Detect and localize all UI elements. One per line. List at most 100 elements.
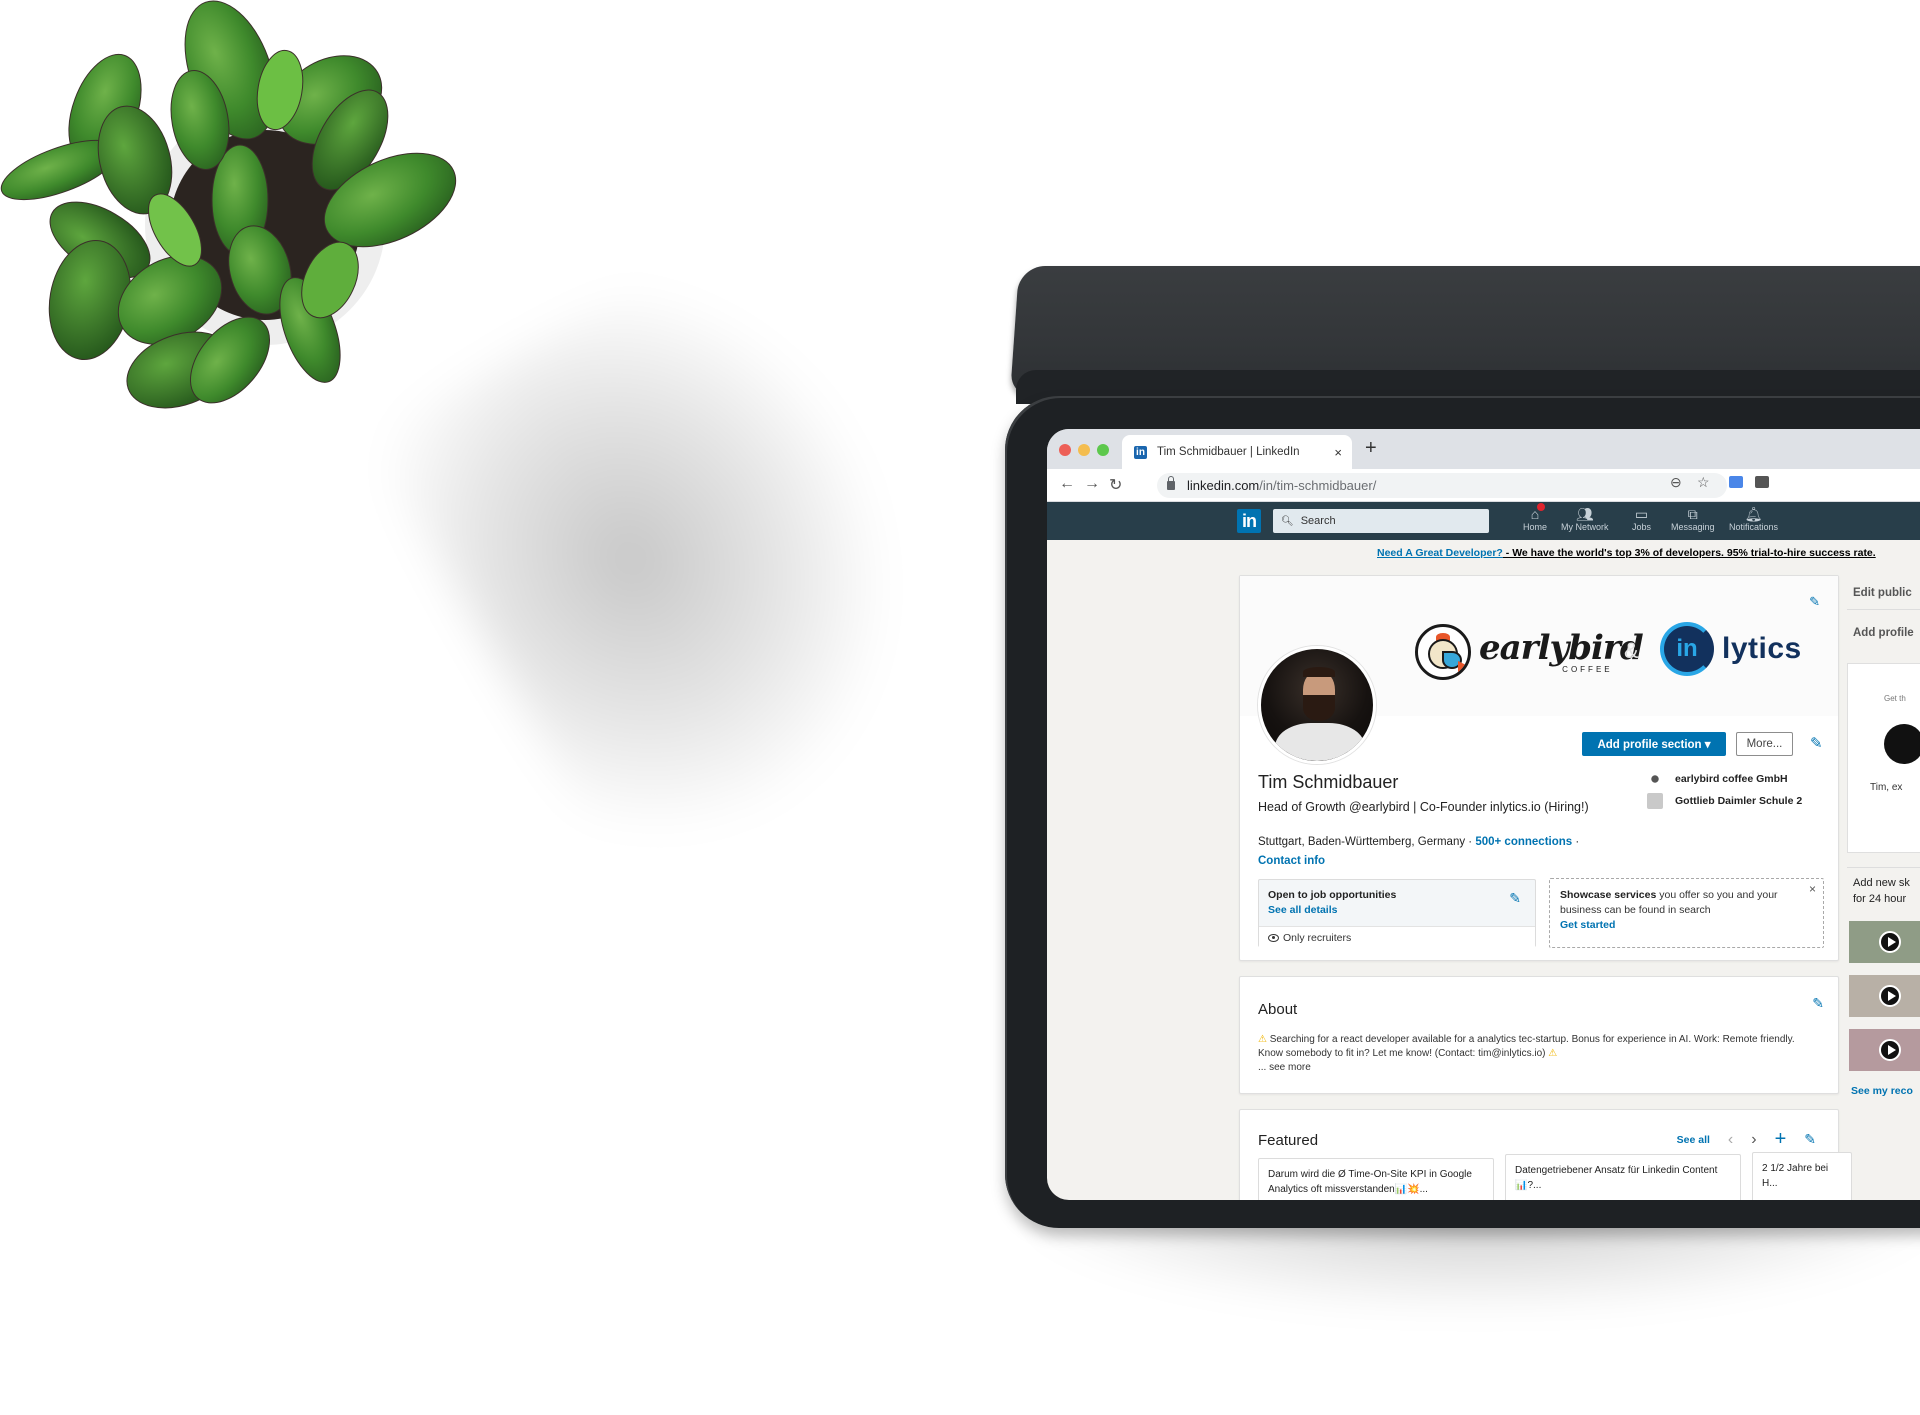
edit-about-pencil-icon[interactable]: ✎: [1812, 995, 1824, 1012]
search-icon: 🔍︎: [1281, 515, 1294, 527]
tab-title: Tim Schmidbauer | LinkedIn: [1157, 446, 1300, 458]
earlybird-logo: earlybird COFFEE: [1415, 624, 1644, 680]
add-featured-icon[interactable]: +: [1775, 1128, 1787, 1151]
promo-avatar: [1884, 724, 1920, 764]
nav-item-notifications[interactable]: 🔔︎ Notifications: [1729, 506, 1778, 532]
nav-item-home[interactable]: ⌂ Home: [1523, 503, 1547, 532]
video-thumbnail[interactable]: [1849, 975, 1920, 1017]
profile-headline: Head of Growth @earlybird | Co-Founder i…: [1258, 800, 1589, 814]
nav-item-messaging[interactable]: ⧉ Messaging: [1671, 506, 1715, 532]
browser-address-bar: ← → ↻ linkedin.com/in/tim-schmidbauer/ ⊖…: [1047, 469, 1920, 502]
close-icon[interactable]: ×: [1809, 882, 1816, 897]
more-button[interactable]: More...: [1736, 732, 1793, 756]
earlybird-subtitle: COFFEE: [1562, 664, 1613, 674]
profile-location: Stuttgart, Baden-Württemberg, Germany: [1258, 836, 1466, 848]
open-to-work-title: Open to job opportunities: [1268, 889, 1397, 901]
briefcase-icon: ▭: [1634, 506, 1649, 522]
bookmark-star-icon[interactable]: ☆: [1697, 474, 1710, 491]
warning-icon: ⚠: [1548, 1048, 1558, 1059]
extension-icon-2[interactable]: [1755, 476, 1769, 488]
nav-item-jobs[interactable]: ▭ Jobs: [1632, 506, 1651, 532]
see-more-link[interactable]: ... see more: [1258, 1062, 1311, 1073]
network-icon: 👥︎: [1575, 506, 1594, 522]
window-minimize-button[interactable]: [1078, 444, 1090, 456]
messaging-icon: ⧉: [1687, 506, 1698, 522]
edit-banner-pencil-icon[interactable]: ✎: [1809, 594, 1820, 610]
video-thumbnail[interactable]: [1849, 1029, 1920, 1071]
tab-close-icon[interactable]: ×: [1334, 445, 1342, 460]
get-started-link[interactable]: Get started: [1560, 919, 1615, 931]
browser-tab-active[interactable]: in Tim Schmidbauer | LinkedIn ×: [1122, 435, 1352, 469]
experience-summary: earlybird coffee GmbH Gottlieb Daimler S…: [1647, 768, 1802, 812]
play-icon: [1879, 985, 1901, 1007]
see-all-details-link[interactable]: See all details: [1268, 904, 1526, 916]
add-profile-language-link[interactable]: Add profile: [1853, 627, 1914, 639]
profile-name: Tim Schmidbauer: [1258, 772, 1399, 792]
inlytics-logo: in lytics: [1660, 622, 1802, 676]
featured-item[interactable]: Datengetriebener Ansatz für Linkedin Con…: [1505, 1154, 1741, 1200]
connections-link[interactable]: 500+ connections: [1475, 836, 1572, 848]
url-input[interactable]: linkedin.com/in/tim-schmidbauer/: [1157, 473, 1727, 498]
back-arrow-icon[interactable]: ←: [1059, 475, 1075, 493]
edit-open-to-work-pencil-icon[interactable]: ✎: [1509, 890, 1521, 907]
featured-title: Featured: [1258, 1132, 1319, 1149]
featured-item[interactable]: Darum wird die Ø Time-On-Site KPI in Goo…: [1258, 1158, 1494, 1200]
avatar[interactable]: [1258, 646, 1376, 764]
right-rail: Edit public Add profile Get th Tim, ex A…: [1847, 575, 1920, 1097]
ampersand: &: [1624, 638, 1639, 663]
about-text: ⚠ Searching for a react developer availa…: [1258, 1034, 1795, 1073]
plant-image: [0, 0, 457, 409]
inlytics-wordmark: lytics: [1722, 632, 1802, 665]
experience-item[interactable]: earlybird coffee GmbH: [1647, 768, 1802, 790]
add-profile-section-button[interactable]: Add profile section ▾: [1582, 732, 1726, 756]
lock-icon: [1167, 476, 1175, 490]
notification-badge: [1537, 503, 1546, 511]
bird-icon: [1415, 624, 1471, 680]
extension-icon[interactable]: [1729, 476, 1743, 488]
visibility-row: Only recruiters: [1259, 926, 1535, 948]
earlybird-company-icon: [1647, 771, 1663, 787]
new-tab-button[interactable]: +: [1365, 437, 1377, 460]
edit-featured-pencil-icon[interactable]: ✎: [1804, 1131, 1816, 1148]
video-thumbnail[interactable]: [1849, 921, 1920, 963]
bell-icon: 🔔︎: [1744, 506, 1763, 522]
skills-promo-text: Add new sk for 24 hour: [1853, 877, 1910, 905]
linkedin-search-input[interactable]: 🔍︎ Search: [1273, 509, 1489, 533]
linkedin-navbar: in 🔍︎ Search ⌂ Home 👥︎ My Network ▭ Jobs…: [1047, 502, 1920, 540]
search-placeholder: Search: [1300, 515, 1336, 527]
warning-icon: ⚠: [1258, 1034, 1267, 1045]
eye-icon: [1268, 933, 1279, 942]
window-close-button[interactable]: [1059, 444, 1071, 456]
school-icon: [1647, 793, 1663, 809]
forward-arrow-icon[interactable]: →: [1084, 475, 1100, 493]
edit-public-profile-link[interactable]: Edit public: [1853, 587, 1912, 599]
url-path: /in/tim-schmidbauer/: [1259, 478, 1377, 493]
inlytics-mark: in: [1660, 622, 1714, 676]
chevron-right-icon[interactable]: ›: [1751, 1131, 1756, 1149]
earlybird-wordmark: earlybird: [1479, 627, 1644, 668]
linkedin-logo[interactable]: in: [1237, 509, 1261, 533]
ad-banner[interactable]: Need A Great Developer? - We have the wo…: [1377, 547, 1876, 559]
zoom-out-icon[interactable]: ⊖: [1670, 474, 1682, 491]
browser-tab-bar: in Tim Schmidbauer | LinkedIn × +: [1047, 429, 1920, 469]
edit-intro-pencil-icon[interactable]: ✎: [1810, 734, 1823, 752]
play-icon: [1879, 931, 1901, 953]
see-recommendations-link[interactable]: See my reco: [1851, 1085, 1913, 1097]
nav-item-my-network[interactable]: 👥︎ My Network: [1561, 506, 1609, 532]
url-host: linkedin.com: [1187, 478, 1260, 493]
contact-info-link[interactable]: Contact info: [1258, 855, 1325, 867]
play-icon: [1879, 1039, 1901, 1061]
featured-card: Featured See all ‹ › + ✎ Darum wird die …: [1239, 1109, 1852, 1200]
education-item[interactable]: Gottlieb Daimler Schule 2: [1647, 790, 1802, 812]
chevron-left-icon[interactable]: ‹: [1728, 1131, 1733, 1149]
featured-controls: See all ‹ › + ✎: [1677, 1128, 1816, 1151]
linkedin-favicon-icon: in: [1134, 445, 1147, 459]
ad-banner-link[interactable]: Need A Great Developer?: [1377, 547, 1503, 559]
see-all-link[interactable]: See all: [1677, 1134, 1710, 1146]
reload-icon[interactable]: ↻: [1109, 475, 1122, 495]
home-icon: ⌂: [1531, 503, 1546, 522]
window-maximize-button[interactable]: [1097, 444, 1109, 456]
featured-item[interactable]: 2 1/2 Jahre bei H...: [1752, 1152, 1852, 1200]
profile-location-line: Stuttgart, Baden-Württemberg, Germany · …: [1258, 836, 1580, 848]
open-to-work-box: Open to job opportunities See all detail…: [1258, 879, 1536, 948]
